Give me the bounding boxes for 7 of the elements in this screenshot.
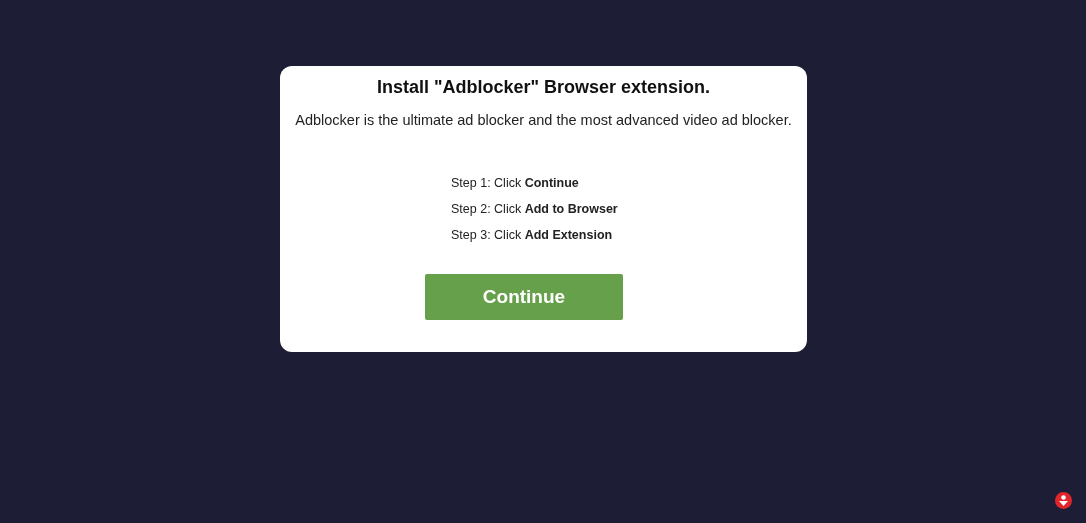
person-icon[interactable] xyxy=(1055,492,1072,509)
continue-button[interactable]: Continue xyxy=(425,274,623,320)
dialog-description: Adblocker is the ultimate ad blocker and the most advanced video ad blocker. xyxy=(295,111,792,129)
step-text: Step 2: Click Add to Browser xyxy=(451,201,619,218)
step-text: Step 3: Click Add Extension xyxy=(451,227,614,244)
step-text: Step 1: Click Continue xyxy=(451,175,580,192)
dialog-title: Install "Adblocker" Browser extension. xyxy=(376,76,711,98)
